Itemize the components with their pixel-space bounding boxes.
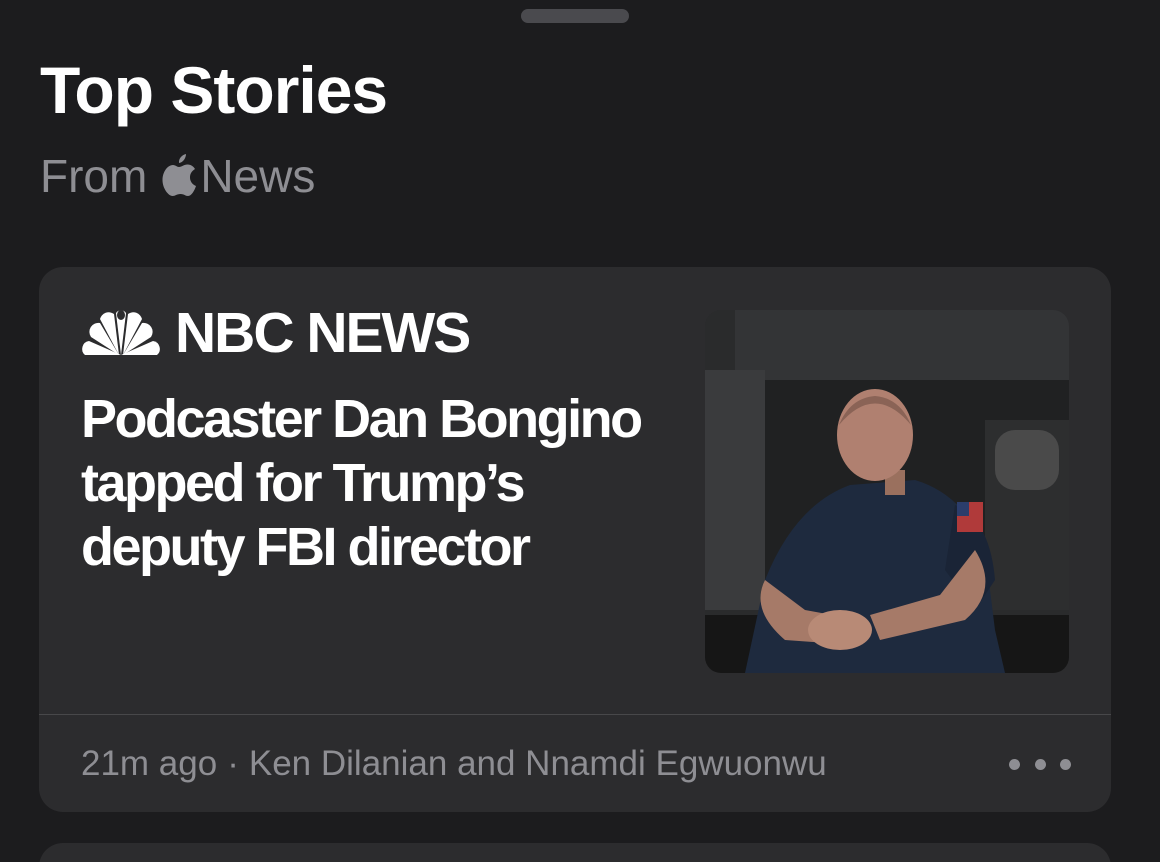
top-stories-sheet: Top Stories From News NBC NEWS Podcaster… [0,0,1160,862]
next-story-card[interactable] [39,843,1111,862]
subtitle-prefix: From [40,150,148,202]
meta-separator: · [227,744,239,783]
nbc-peacock-icon [82,310,160,355]
card-divider [39,714,1111,715]
story-thumbnail-image [705,310,1069,673]
page-title: Top Stories [40,53,388,127]
story-meta: 21m ago · Ken Dilanian and Nnamdi Egwuon… [81,741,827,787]
apple-logo-icon [162,154,197,196]
ellipsis-dot [1009,758,1020,770]
story-headline[interactable]: Podcaster Dan Bongino tapped for Trump’s… [81,387,691,579]
ellipsis-dot [1034,758,1046,770]
sheet-grabber-handle[interactable] [521,9,629,23]
publisher-name: NBC NEWS [175,301,471,365]
subtitle-source: News [200,150,316,202]
ellipsis-icon[interactable] [1005,741,1075,787]
story-card[interactable]: NBC NEWS Podcaster Dan Bongino tapped fo… [39,267,1111,812]
source-subtitle: From News [40,148,315,204]
publisher-logo: NBC NEWS [81,301,471,365]
story-time: 21m ago [81,744,218,783]
ellipsis-dot [1060,758,1071,770]
story-thumbnail[interactable] [705,310,1069,673]
story-authors: Ken Dilanian and Nnamdi Egwuonwu [248,744,827,783]
